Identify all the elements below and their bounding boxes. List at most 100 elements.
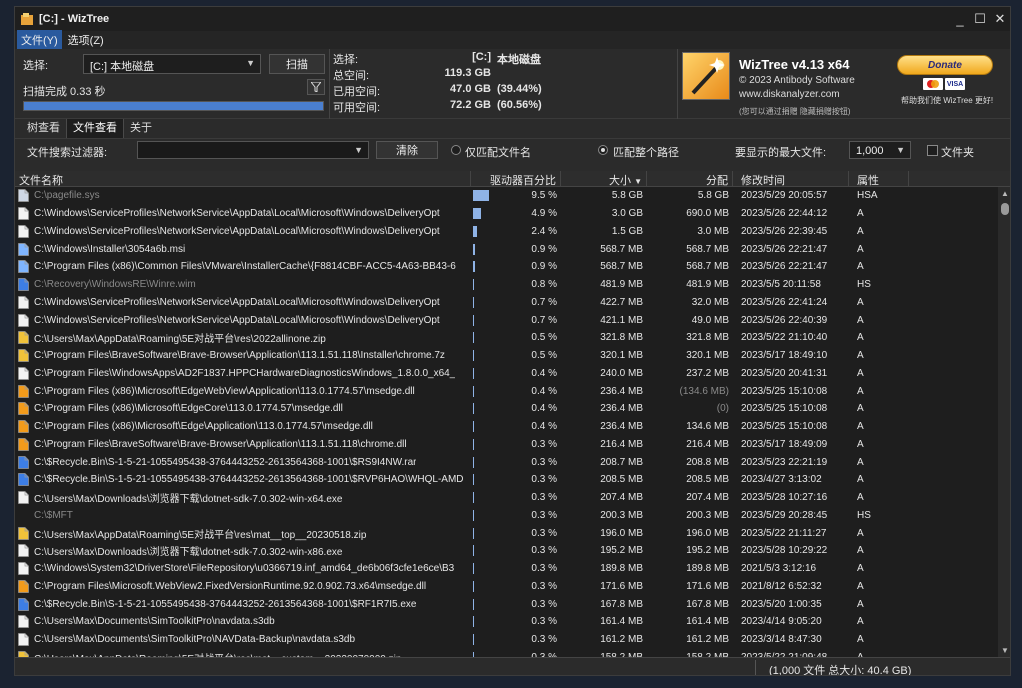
stat-total-key: 总空间:: [333, 70, 370, 82]
scroll-up-icon[interactable]: ▲: [1001, 189, 1009, 198]
scan-progress-fill: [24, 102, 323, 110]
table-row[interactable]: C:\Users\Max\AppData\Roaming\5E对战平台\res\…: [15, 329, 995, 347]
tab-tree-view[interactable]: 树查看: [21, 116, 66, 138]
size-cell: 200.3 MB: [600, 509, 643, 521]
maximize-button[interactable]: ☐: [970, 7, 990, 31]
col-alloc[interactable]: 分配: [647, 171, 733, 186]
filter-funnel-button[interactable]: [307, 79, 325, 95]
menu-options[interactable]: 选项(Z): [64, 30, 108, 50]
drive-pct-cell: 0.3 %: [471, 649, 561, 657]
table-row[interactable]: C:\Users\Max\Documents\SimToolkitPro\NAV…: [15, 631, 995, 649]
alloc-cell: 568.7 MB: [686, 261, 729, 273]
attr-cell: A: [857, 296, 864, 308]
modified-cell: 2023/5/25 15:10:08: [741, 385, 828, 397]
modified-cell: 2023/5/26 22:40:39: [741, 314, 828, 326]
folder-checkbox[interactable]: [927, 145, 938, 156]
table-row[interactable]: C:\Program Files (x86)\Microsoft\EdgeCor…: [15, 400, 995, 418]
file-name-cell: C:\Program Files\Microsoft.WebView2.Fixe…: [15, 579, 471, 593]
drive-pct-bar: [473, 563, 474, 575]
table-row[interactable]: C:\Users\Max\AppData\Roaming\5E对战平台\res\…: [15, 524, 995, 542]
archive-icon: [17, 331, 29, 345]
drive-pct-cell: 0.3 %: [471, 436, 561, 453]
table-row[interactable]: C:\Windows\System32\DriverStore\FileRepo…: [15, 560, 995, 578]
table-row[interactable]: C:\$Recycle.Bin\S-1-5-21-1055495438-3764…: [15, 453, 995, 471]
donate-button[interactable]: Donate: [897, 55, 993, 75]
minimize-button[interactable]: _: [950, 7, 970, 31]
brand-url[interactable]: www.diskanalyzer.com: [739, 89, 840, 100]
file-icon: [17, 615, 29, 629]
scroll-down-icon[interactable]: ▼: [1001, 646, 1009, 655]
attr-cell: A: [857, 385, 864, 397]
table-row[interactable]: C:\Users\Max\AppData\Roaming\5E对战平台\res\…: [15, 649, 995, 657]
dll-icon: [17, 420, 29, 434]
table-row[interactable]: C:\$Recycle.Bin\S-1-5-21-1055495438-3764…: [15, 595, 995, 613]
col-size[interactable]: 大小 ▼: [561, 171, 647, 186]
attr-cell: A: [857, 350, 864, 362]
close-button[interactable]: ✕: [990, 7, 1010, 31]
table-row[interactable]: C:\Program Files (x86)\Microsoft\EdgeWeb…: [15, 382, 995, 400]
scan-button[interactable]: 扫描: [269, 54, 325, 74]
tab-about[interactable]: 关于: [124, 116, 158, 138]
file-name: C:\Users\Max\AppData\Roaming\5E对战平台\res\…: [34, 650, 401, 657]
table-row[interactable]: C:\pagefile.sys 9.5 % 5.8 GB 5.8 GB 2023/5/2…: [15, 187, 995, 205]
vertical-scrollbar[interactable]: ▲ ▼: [998, 187, 1010, 657]
chevron-down-icon: ▼: [354, 145, 363, 155]
stat-free-key: 可用空间:: [333, 102, 381, 114]
col-attr[interactable]: 属性: [849, 171, 909, 186]
file-name-cell: C:\Program Files (x86)\Microsoft\EdgeCor…: [15, 402, 471, 416]
table-row[interactable]: C:\Program Files\Microsoft.WebView2.Fixe…: [15, 578, 995, 596]
drive-pct-bar: [473, 243, 475, 255]
file-name-cell: C:\$Recycle.Bin\S-1-5-21-1055495438-3764…: [15, 473, 471, 487]
table-row[interactable]: C:\Users\Max\Documents\SimToolkitPro\nav…: [15, 613, 995, 631]
chevron-down-icon: ▼: [246, 58, 255, 68]
modified-cell: 2023/5/29 20:05:57: [741, 190, 828, 202]
drive-pct-bar: [473, 580, 474, 592]
modified-cell: 2023/5/29 20:28:45: [741, 509, 828, 521]
table-row[interactable]: C:\Windows\ServiceProfiles\NetworkServic…: [15, 205, 995, 223]
clear-button[interactable]: 清除: [376, 141, 438, 159]
scrollbar-thumb[interactable]: [1001, 203, 1009, 215]
col-name[interactable]: 文件名称: [15, 171, 471, 186]
match-name-radio[interactable]: [451, 145, 461, 155]
file-name: C:\Program Files\Microsoft.WebView2.Fixe…: [34, 580, 427, 592]
drive-pct-bar: [473, 225, 478, 237]
table-row[interactable]: C:\Windows\ServiceProfiles\NetworkServic…: [15, 294, 995, 312]
table-row[interactable]: C:\Program Files\BraveSoftware\Brave-Bro…: [15, 347, 995, 365]
table-row[interactable]: C:\Windows\ServiceProfiles\NetworkServic…: [15, 223, 995, 241]
col-modified[interactable]: 修改时间: [733, 171, 849, 186]
table-row[interactable]: C:\Program Files (x86)\Microsoft\Edge\Ap…: [15, 418, 995, 436]
table-row[interactable]: C:\Program Files\WindowsApps\AD2F1837.HP…: [15, 365, 995, 383]
table-row[interactable]: C:\$Recycle.Bin\S-1-5-21-1055495438-3764…: [15, 471, 995, 489]
table-row[interactable]: C:\Program Files (x86)\Common Files\VMwa…: [15, 258, 995, 276]
table-row[interactable]: C:\Users\Max\Downloads\浏览器下载\dotnet-sdk-…: [15, 542, 995, 560]
drive-select[interactable]: [C:] 本地磁盘 ▼: [83, 54, 261, 74]
table-row[interactable]: C:\Users\Max\Downloads\浏览器下载\dotnet-sdk-…: [15, 489, 995, 507]
table-row[interactable]: C:\Recovery\WindowsRE\Winre.wim 0.8 % 481.…: [15, 276, 995, 294]
size-cell: 240.0 MB: [600, 367, 643, 379]
filter-input[interactable]: ▼: [137, 141, 369, 159]
table-row[interactable]: C:\$MFT 0.3 % 200.3 MB 200.3 MB 2023/5/29 20…: [15, 507, 995, 525]
file-name-cell: C:\Windows\Installer\3054a6b.msi: [15, 242, 471, 256]
drive-pct-cell: 0.3 %: [471, 596, 561, 613]
table-row[interactable]: C:\Windows\Installer\3054a6b.msi 0.9 % 568…: [15, 240, 995, 258]
attr-cell: A: [857, 438, 864, 450]
match-path-radio[interactable]: [598, 145, 608, 155]
max-files-select[interactable]: 1,000 ▼: [849, 141, 911, 159]
drive-pct-value: 0.4 %: [531, 421, 557, 433]
table-row[interactable]: C:\Windows\ServiceProfiles\NetworkServic…: [15, 311, 995, 329]
col-drive-pct[interactable]: 驱动器百分比: [471, 171, 561, 186]
file-table: 文件名称 驱动器百分比 大小 ▼ 分配 修改时间 属性 C:\pagefile.…: [15, 171, 1010, 657]
stat-used-value: 47.0 GB: [450, 83, 491, 95]
file-name: C:\Windows\ServiceProfiles\NetworkServic…: [34, 225, 440, 237]
drive-pct-cell: 0.3 %: [471, 454, 561, 471]
attr-cell: A: [857, 474, 864, 486]
drive-pct-value: 0.3 %: [531, 598, 557, 610]
file-name-cell: C:\Users\Max\Documents\SimToolkitPro\NAV…: [15, 633, 471, 647]
drive-pct-cell: 0.3 %: [471, 542, 561, 559]
dll-icon: [17, 384, 29, 398]
table-row[interactable]: C:\Program Files\BraveSoftware\Brave-Bro…: [15, 436, 995, 454]
drive-pct-cell: 0.4 %: [471, 383, 561, 400]
drive-pct-bar: [473, 474, 474, 486]
binary-file-icon: [17, 455, 29, 469]
menu-file[interactable]: 文件(Y): [17, 30, 62, 50]
